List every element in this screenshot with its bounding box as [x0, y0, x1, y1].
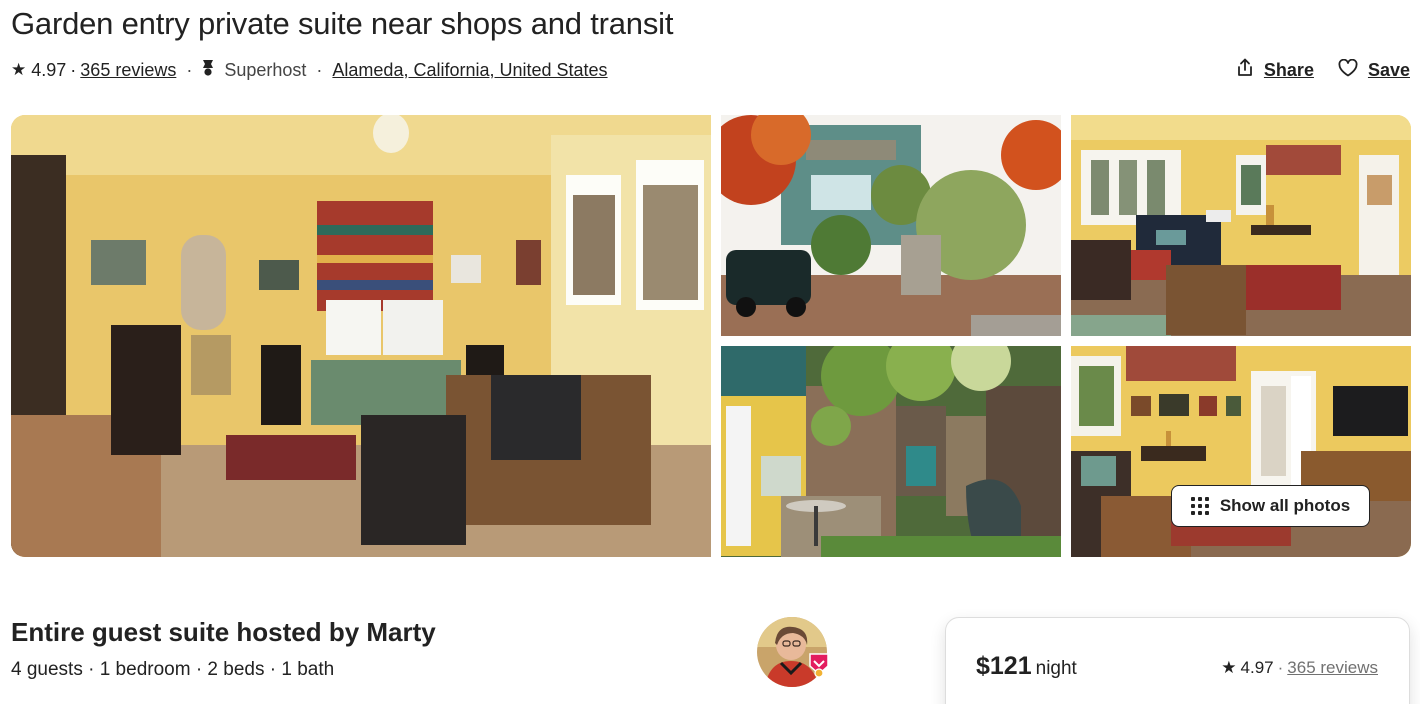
- superhost-label: Superhost: [224, 59, 307, 80]
- booking-rating-value: 4.97: [1240, 658, 1274, 677]
- separator-dot: ·: [1277, 658, 1284, 677]
- show-all-photos-label: Show all photos: [1219, 496, 1351, 515]
- heart-icon: [1338, 58, 1358, 82]
- photo-garden-patio[interactable]: [721, 346, 1061, 557]
- star-icon: ★: [11, 60, 27, 79]
- share-button[interactable]: Share: [1236, 58, 1314, 82]
- booking-rating: ★ 4.97 · 365 reviews: [1221, 658, 1378, 678]
- location-link[interactable]: Alameda, California, United States: [332, 60, 607, 81]
- photo-living-room[interactable]: [1071, 115, 1411, 336]
- price-unit: night: [1035, 658, 1077, 679]
- star-icon: ★: [1221, 658, 1237, 677]
- price-value: $121: [976, 652, 1032, 680]
- listing-meta: ★ 4.97 · 365 reviews · Superhost · Alame…: [11, 58, 608, 82]
- superhost-badge-icon: [808, 652, 830, 678]
- nightly-price: $121 night: [976, 652, 1077, 681]
- show-all-photos-button[interactable]: Show all photos: [1171, 485, 1370, 527]
- share-label: Share: [1263, 59, 1314, 80]
- medal-icon: [202, 59, 214, 82]
- booking-reviews-link[interactable]: 365 reviews: [1287, 658, 1378, 678]
- save-button[interactable]: Save: [1338, 58, 1410, 82]
- reviews-link[interactable]: 365 reviews: [80, 60, 176, 81]
- separator-dot: ·: [186, 59, 193, 80]
- booking-card: $121 night ★ 4.97 · 365 reviews: [945, 617, 1410, 704]
- rating-value: 4.97: [31, 59, 67, 80]
- listing-title: Garden entry private suite near shops an…: [11, 6, 674, 41]
- grid-icon: [1190, 497, 1209, 515]
- save-label: Save: [1367, 59, 1410, 80]
- listing-actions: Share Save: [1236, 58, 1410, 82]
- listing-details: 4 guests · 1 bedroom · 2 beds · 1 bath: [11, 659, 335, 680]
- photo-exterior[interactable]: [721, 115, 1061, 336]
- host-title: Entire guest suite hosted by Marty: [11, 617, 436, 647]
- separator-dot: ·: [316, 59, 323, 80]
- photo-main-bedroom[interactable]: [11, 115, 711, 557]
- separator-dot: ·: [70, 59, 77, 80]
- share-icon: [1236, 58, 1254, 82]
